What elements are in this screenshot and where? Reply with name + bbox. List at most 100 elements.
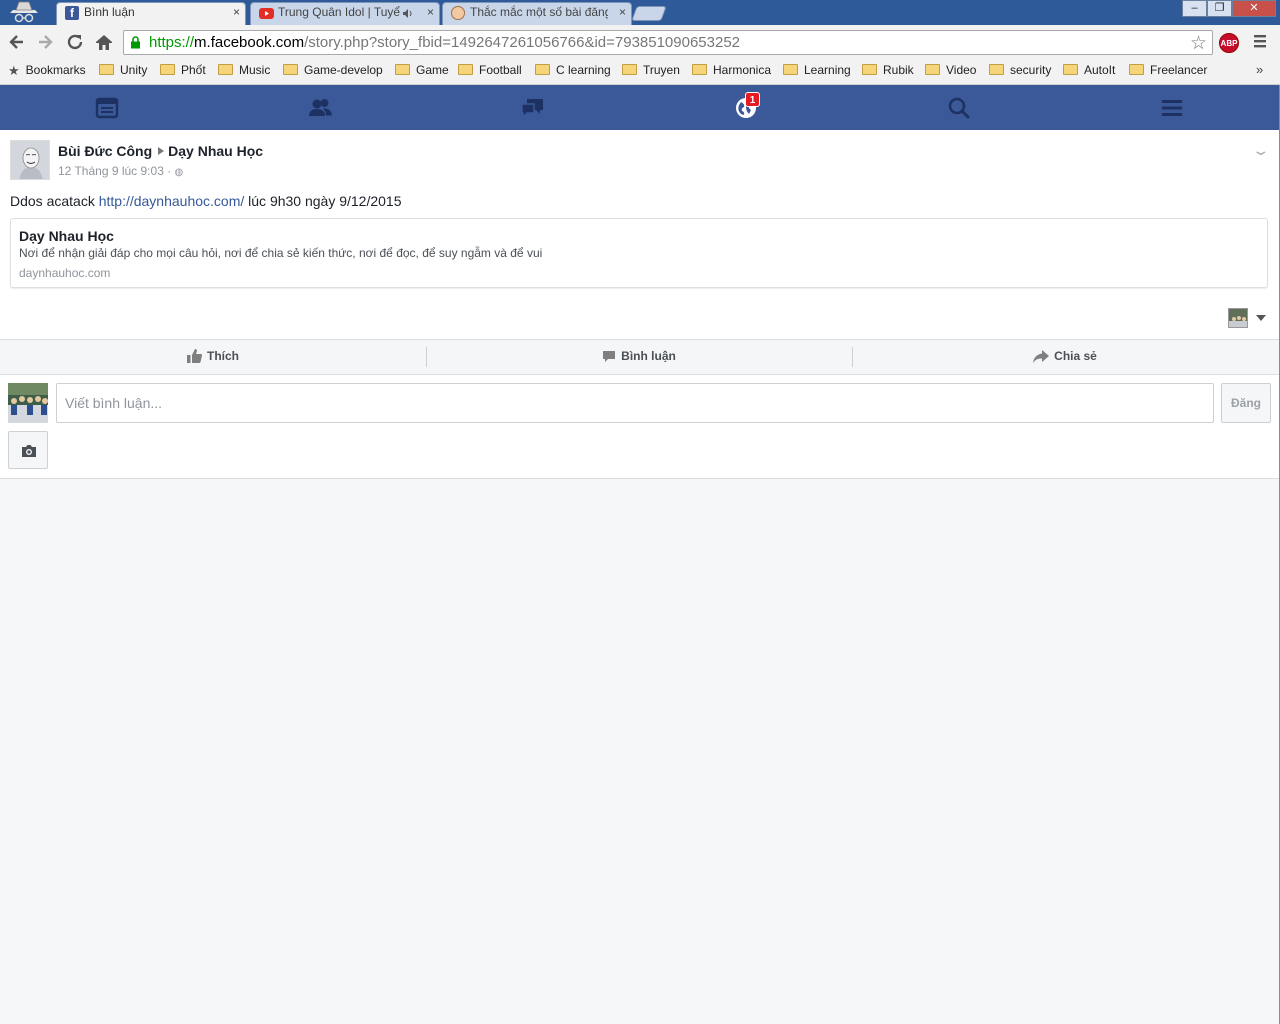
folder-icon [989,64,1004,75]
folder-icon [692,64,707,75]
bookmark-rubik[interactable]: Rubik [862,63,914,81]
menu-icon[interactable] [1159,95,1185,121]
browser-titlebar: f Bình luận × Trung Quân Idol | Tuyể × T… [0,0,1280,25]
friends-icon[interactable] [307,95,333,121]
bookmark-label: Phốt [181,63,206,77]
bookmark-freelancer[interactable]: Freelancer [1129,63,1207,81]
back-arrow-icon [9,35,23,49]
folder-icon [283,64,298,75]
bookmark-label: security [1010,63,1052,77]
bookmark-label: C learning [556,63,611,77]
chrome-menu-icon[interactable] [1253,33,1267,49]
tab-label: Trung Quân Idol | Tuyể [278,5,400,19]
browser-toolbar: https://m.facebook.com/story.php?story_f… [0,25,1280,59]
close-tab-icon[interactable]: × [233,5,240,19]
current-user-avatar [8,383,48,423]
bookmark-video[interactable]: Video [925,63,976,81]
bookmark-label: Video [946,63,977,77]
folder-icon [458,64,473,75]
message-text: lúc 9h30 ngày 9/12/2015 [244,193,402,209]
url-scheme: https:// [149,34,195,51]
comment-input[interactable] [56,383,1214,423]
speaker-icon[interactable] [402,8,414,19]
bookmark-label: Football [479,63,522,77]
forward-arrow-icon [39,35,53,49]
bookmark-game-develop[interactable]: Game-develop [283,63,383,81]
share-button[interactable]: Chia sẻ [852,340,1278,374]
search-icon[interactable] [946,95,972,121]
url-path: /story.php?story_fbid=1492647261056766&i… [304,34,741,51]
home-button[interactable] [93,31,115,53]
folder-icon [622,64,637,75]
story-card: Bùi Đức Công Dạy Nhau Học 12 Tháng 9 lúc … [0,130,1279,339]
bookmark-c-learning[interactable]: C learning [535,63,611,81]
close-tab-icon[interactable]: × [427,5,434,19]
story-actions-bar: Thích Bình luận Chia sẻ [0,339,1279,375]
star-icon: ★ [8,63,20,78]
bookmark-label: Freelancer [1150,63,1208,77]
folder-icon [535,64,550,75]
share-label: Chia sẻ [1054,349,1097,363]
bookmark-truyen[interactable]: Truyen [622,63,680,81]
url-text: https://m.facebook.com/story.php?story_f… [149,34,740,51]
tab-thac-mac[interactable]: Thắc mắc một số bài đăng × [442,2,632,25]
tab-trung-quan-idol[interactable]: Trung Quân Idol | Tuyể × [250,2,440,25]
adblock-plus-button[interactable]: ABP [1219,33,1239,53]
folder-icon [783,64,798,75]
address-bar[interactable]: https://m.facebook.com/story.php?story_f… [123,30,1213,55]
like-button[interactable]: Thích [0,340,426,374]
messages-icon[interactable] [520,95,546,121]
close-tab-icon[interactable]: × [619,5,626,19]
commenter-selector-avatar[interactable] [1228,308,1248,328]
reload-icon [67,34,83,50]
forward-button[interactable] [34,31,56,53]
home-icon [96,35,112,50]
bookmark-unity[interactable]: Unity [99,63,147,81]
group-photo-icon [8,383,48,423]
bookmark-label: Bookmarks [25,63,86,77]
bookmark-autoit[interactable]: AutoIt [1063,63,1115,81]
bookmark-label: Game-develop [304,63,383,77]
message-link[interactable]: http://daynhauhoc.com/ [99,193,245,209]
reload-button[interactable] [64,31,86,53]
post-comment-button[interactable]: Đăng [1221,383,1271,423]
new-tab-button[interactable] [631,6,667,21]
folder-icon [925,64,940,75]
bookmarks-overflow-button[interactable]: » [1256,62,1263,77]
author-name[interactable]: Bùi Đức Công [58,143,152,159]
restore-button[interactable]: ❐ [1207,0,1232,17]
link-preview-card[interactable]: Dạy Nhau Học Nơi để nhận giải đáp cho mọ… [10,218,1268,288]
bookmark-harmonica[interactable]: Harmonica [692,63,771,81]
minimize-button[interactable]: – [1182,0,1207,17]
news-feed-icon[interactable] [94,95,120,121]
bookmark-football[interactable]: Football [458,63,522,81]
folder-icon [1129,64,1144,75]
bookmark-learning[interactable]: Learning [783,63,851,81]
timestamp-text[interactable]: 12 Tháng 9 lúc 9:03 · [58,164,175,178]
author-avatar[interactable] [10,140,50,180]
folder-icon [395,64,410,75]
group-name[interactable]: Dạy Nhau Học [168,143,263,159]
folder-icon [160,64,175,75]
tab-binh-luan[interactable]: f Bình luận × [56,2,246,25]
attach-photo-button[interactable] [8,431,48,469]
comment-composer: Đăng [0,375,1279,479]
commenter-selector-chevron-icon[interactable] [1256,315,1266,321]
youtube-icon [259,8,274,19]
story-timestamp: 12 Tháng 9 lúc 9:03 · ◍ [58,164,183,178]
close-window-button[interactable]: ✕ [1232,0,1276,17]
story-options-chevron-icon[interactable]: ⌄ [1251,142,1270,159]
bookmark-phot[interactable]: Phốt [160,63,206,81]
bookmark-music[interactable]: Music [218,63,270,81]
comment-button[interactable]: Bình luận [426,340,852,374]
bookmark-star-icon[interactable]: ☆ [1190,32,1207,55]
posted-in-arrow-icon [158,147,165,155]
bookmark-game[interactable]: Game [395,63,449,81]
notification-count-badge: 1 [745,92,760,107]
bookmark-bookmarks[interactable]: ★ Bookmarks [8,63,86,81]
facebook-icon: f [65,6,79,20]
like-label: Thích [207,349,239,363]
back-button[interactable] [6,31,28,53]
bookmark-security[interactable]: security [989,63,1051,81]
privacy-globe-icon: ◍ [174,167,184,178]
